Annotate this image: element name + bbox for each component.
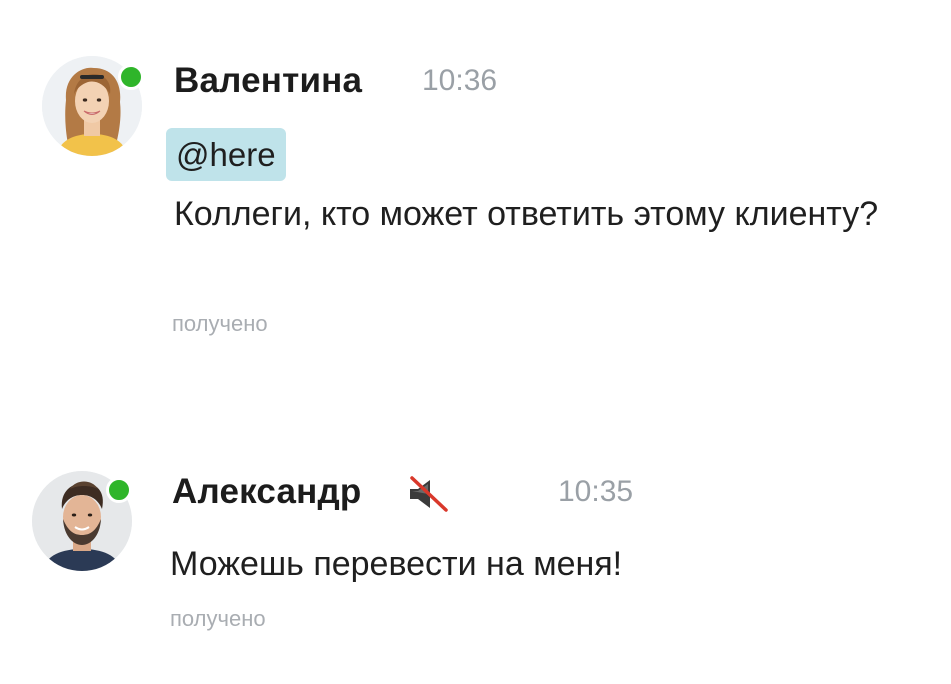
message-timestamp: 10:35	[558, 475, 634, 508]
delivery-status: получено	[170, 606, 266, 631]
avatar-container[interactable]	[42, 56, 144, 156]
delivery-status: получено	[172, 311, 268, 336]
avatar-container[interactable]	[32, 471, 132, 571]
message-timestamp: 10:36	[422, 64, 498, 97]
online-status-indicator	[106, 477, 132, 503]
muted-speaker-icon	[406, 474, 450, 514]
sender-name[interactable]: Александр	[172, 472, 361, 512]
message-item: Александр 10:35 Можешь перевести на меня…	[0, 440, 951, 684]
message-item: Валентина 10:36 @here Коллеги, кто может…	[0, 0, 951, 360]
sender-name[interactable]: Валентина	[174, 61, 362, 101]
message-text: Можешь перевести на меня!	[170, 545, 623, 583]
message-text: Коллеги, кто может ответить этому клиент…	[174, 195, 879, 233]
mention-tag[interactable]: @here	[166, 128, 286, 181]
online-status-indicator	[118, 64, 144, 90]
